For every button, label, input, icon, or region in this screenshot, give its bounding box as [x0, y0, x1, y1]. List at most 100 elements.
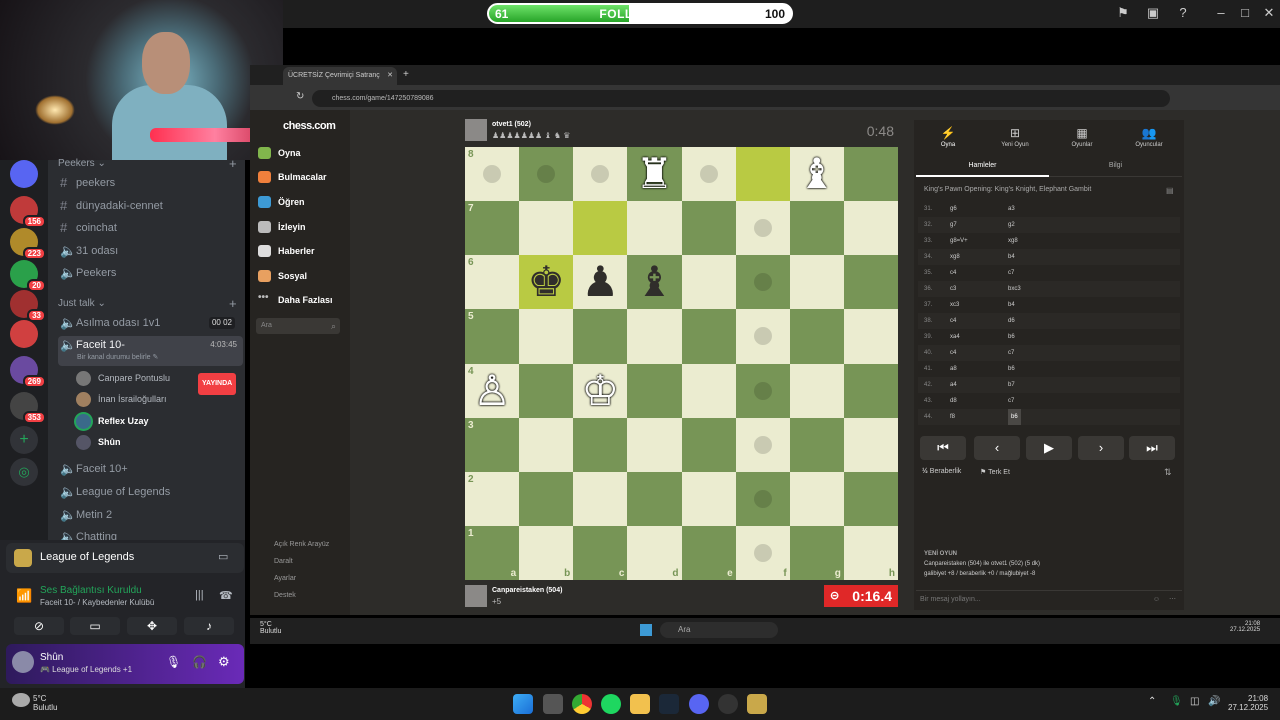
- avatar[interactable]: [465, 585, 487, 607]
- square-g5[interactable]: [789, 309, 844, 364]
- square-b8[interactable]: [519, 147, 574, 202]
- nav-puzzles[interactable]: Bulmacalar: [258, 168, 327, 186]
- black-move[interactable]: b4: [1008, 297, 1015, 313]
- chess-piece[interactable]: ♙: [465, 364, 519, 418]
- square-g6[interactable]: [789, 255, 844, 310]
- play-moves-button[interactable]: ▶: [1026, 436, 1072, 460]
- square-f6[interactable]: [735, 255, 790, 310]
- nav-settings[interactable]: Ayarlar: [258, 572, 296, 586]
- square-c1[interactable]: c: [573, 525, 628, 580]
- book-icon[interactable]: ▤: [1166, 186, 1174, 195]
- prev-move-button[interactable]: ‹: [974, 436, 1020, 460]
- voice-channel[interactable]: 🔈 Peekers: [58, 263, 243, 283]
- nav-social[interactable]: Sosyal: [258, 267, 307, 285]
- legal-move-dot[interactable]: [591, 165, 610, 183]
- flip-board-icon[interactable]: ⇅: [1164, 467, 1172, 478]
- help-icon[interactable]: ?: [1174, 4, 1192, 22]
- chess-piece[interactable]: ♝: [790, 147, 844, 201]
- server-icon[interactable]: 269: [10, 356, 46, 388]
- square-b4[interactable]: [519, 363, 574, 418]
- square-a5[interactable]: 5: [465, 309, 520, 364]
- square-a7[interactable]: 7: [465, 201, 520, 256]
- square-f3[interactable]: [735, 417, 790, 472]
- chess-logo[interactable]: chess.com: [283, 120, 336, 132]
- square-b7[interactable]: [519, 201, 574, 256]
- resign-button[interactable]: ⚑ Terk Et: [980, 468, 1010, 476]
- square-e8[interactable]: [681, 147, 736, 202]
- server-icon[interactable]: 156: [10, 196, 46, 228]
- voice-user[interactable]: Shûn: [76, 432, 241, 452]
- first-move-button[interactable]: ⏮: [920, 436, 966, 460]
- chess-piece[interactable]: ♔: [573, 364, 627, 418]
- add-server-icon[interactable]: +: [10, 426, 38, 454]
- square-g2[interactable]: [789, 471, 844, 526]
- black-move[interactable]: b6: [1008, 329, 1015, 345]
- square-g3[interactable]: [789, 417, 844, 472]
- noise-suppression-icon[interactable]: |||: [195, 589, 204, 601]
- black-move[interactable]: c7: [1008, 393, 1014, 409]
- square-f1[interactable]: f: [735, 525, 790, 580]
- settings-gear-icon[interactable]: ⚙: [218, 654, 230, 670]
- square-g1[interactable]: g: [789, 525, 844, 580]
- square-b6[interactable]: ♚: [519, 255, 574, 310]
- square-g8[interactable]: ♝: [789, 147, 844, 202]
- chess-board[interactable]: 8 ♜ ♝ 7 6 ♚ ♟ ♝ 5 4 ♙ ♔ 3 2 1 a b c d e f g h: [465, 147, 898, 580]
- server-icon[interactable]: 353: [10, 392, 46, 424]
- square-d7[interactable]: [627, 201, 682, 256]
- black-move[interactable]: b4: [1008, 249, 1015, 265]
- legal-move-dot[interactable]: [483, 165, 501, 183]
- black-move[interactable]: c7: [1008, 265, 1014, 281]
- square-a6[interactable]: 6: [465, 255, 520, 310]
- voice-user[interactable]: Reflex Uzay: [76, 411, 241, 431]
- square-h6[interactable]: [843, 255, 898, 310]
- inner-search-box[interactable]: Ara: [660, 622, 778, 638]
- chess-piece[interactable]: ♟: [573, 255, 627, 309]
- server-icon[interactable]: [10, 160, 38, 188]
- black-move[interactable]: b7: [1008, 377, 1015, 393]
- white-move[interactable]: d8: [950, 393, 957, 409]
- nav-collapse[interactable]: Daralt: [258, 555, 293, 569]
- camera-off-button[interactable]: ⊘: [14, 617, 64, 635]
- black-move[interactable]: a3: [1008, 201, 1015, 217]
- taskbar-clock[interactable]: 21:08 27.12.2025: [1228, 694, 1268, 712]
- inner-clock[interactable]: 21:08 27.12.2025: [1230, 621, 1260, 633]
- white-move[interactable]: g6: [950, 201, 957, 217]
- voice-channel[interactable]: 🔈 Metin 2: [58, 505, 243, 525]
- minimize-icon[interactable]: –: [1212, 4, 1230, 22]
- square-e2[interactable]: [681, 471, 736, 526]
- white-move[interactable]: f8: [950, 409, 955, 425]
- square-d2[interactable]: [627, 471, 682, 526]
- text-channel[interactable]: # dünyadaki-cennet: [58, 196, 243, 216]
- chess-search-input[interactable]: Ara ⌕: [256, 318, 340, 334]
- white-move[interactable]: a4: [950, 377, 957, 393]
- black-move[interactable]: g2: [1008, 217, 1015, 233]
- square-g7[interactable]: [789, 201, 844, 256]
- maximize-icon[interactable]: □: [1236, 4, 1254, 22]
- player-name[interactable]: otvet1 (502): [492, 121, 531, 128]
- microphone-icon[interactable]: 🎙: [166, 655, 181, 669]
- server-icon[interactable]: 33: [10, 290, 46, 322]
- emoji-icon[interactable]: ☺: [1153, 591, 1160, 609]
- square-c6[interactable]: ♟: [573, 255, 628, 310]
- voice-channel[interactable]: 🔈 Faceit 10+: [58, 459, 243, 479]
- text-channel[interactable]: # coinchat: [58, 218, 243, 238]
- square-c7[interactable]: [573, 201, 628, 256]
- square-d5[interactable]: [627, 309, 682, 364]
- activities-button[interactable]: ✥: [127, 617, 177, 635]
- opening-name[interactable]: King's Pawn Opening: King's Knight, Elep…: [924, 186, 1091, 193]
- close-icon[interactable]: ✕: [1260, 4, 1278, 22]
- square-c3[interactable]: [573, 417, 628, 472]
- square-h7[interactable]: [843, 201, 898, 256]
- soundboard-button[interactable]: ♪: [184, 617, 234, 635]
- nav-support[interactable]: Destek: [258, 589, 296, 603]
- tray-volume-icon[interactable]: 🔊: [1208, 696, 1220, 707]
- voice-channel[interactable]: 🔈 31 odası: [58, 241, 243, 261]
- legal-move-dot[interactable]: [753, 273, 772, 292]
- square-c8[interactable]: [573, 147, 628, 202]
- draw-button[interactable]: ½ Beraberlik: [922, 468, 961, 475]
- tray-mic-icon[interactable]: 🎙: [1170, 696, 1183, 707]
- new-tab-icon[interactable]: +: [403, 69, 409, 80]
- square-f7[interactable]: [735, 201, 790, 256]
- next-move-button[interactable]: ›: [1078, 436, 1124, 460]
- square-c5[interactable]: [573, 309, 628, 364]
